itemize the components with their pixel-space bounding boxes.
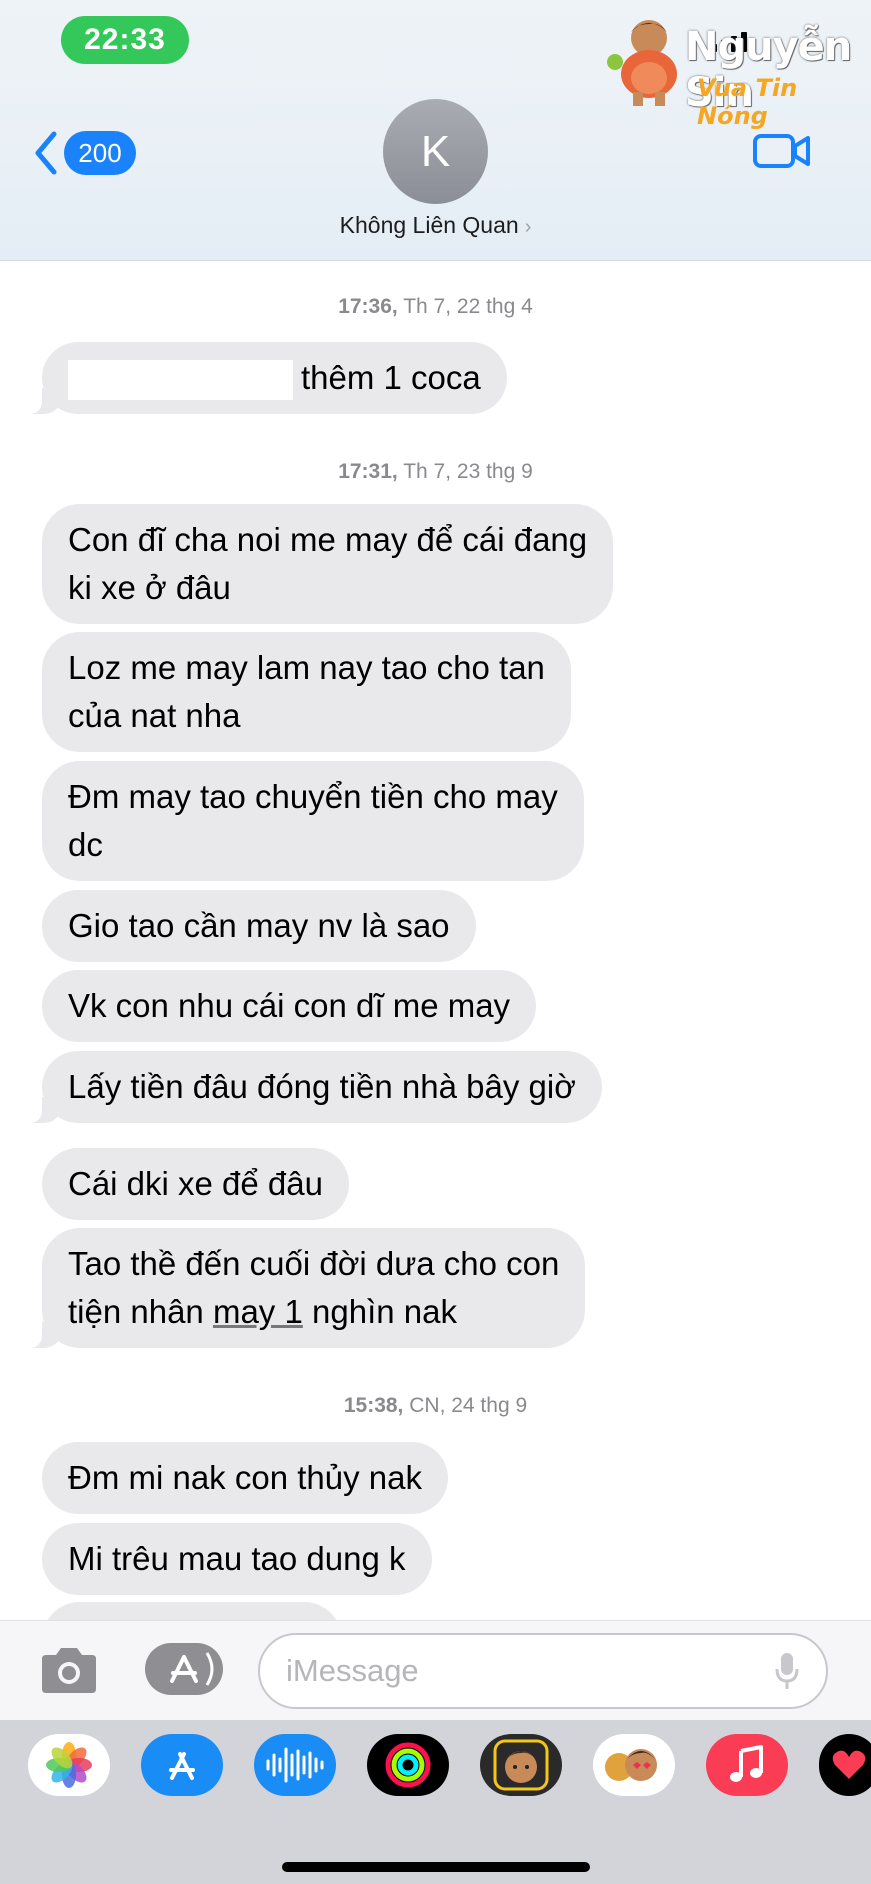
imessage-app-drawer	[0, 1720, 871, 1884]
detected-link[interactable]: may 1	[213, 1293, 303, 1330]
message-timestamp: 15:38, CN, 24 thg 9	[343, 1394, 528, 1417]
message-input[interactable]	[286, 1651, 756, 1691]
message-input-field[interactable]	[258, 1633, 828, 1709]
watermark-logo: Nguyễn Sin Vua Tin Nóng	[607, 10, 857, 130]
message-bubble[interactable]: thêm 1 coca	[22, 342, 507, 414]
contact-avatar[interactable]: K	[383, 99, 488, 204]
facetime-video-icon[interactable]	[752, 130, 812, 172]
message-timestamp: 17:31, Th 7, 23 thg 9	[338, 460, 533, 483]
status-time: 22:33	[61, 16, 189, 64]
back-button[interactable]: 200	[30, 128, 136, 178]
message-list[interactable]: 17:36, Th 7, 22 thg 4 thêm 1 coca 17:31,…	[0, 262, 871, 1620]
message-bubble[interactable]: Đm may tao chuyển tiền cho may dc	[42, 761, 584, 881]
app-store-icon	[170, 1652, 214, 1686]
message-bubble[interactable]: Loz me may lam nay tao cho tan của nat n…	[42, 632, 571, 752]
message-bubble[interactable]: Con đĩ cha noi me may để cái đang ki xe …	[42, 504, 614, 624]
message-bubble[interactable]: Đm mi nak con thủy nak	[42, 1442, 448, 1514]
audio-message-app-icon[interactable]	[254, 1734, 336, 1796]
memoji-app-icon[interactable]	[480, 1734, 562, 1796]
camera-icon[interactable]	[36, 1645, 102, 1697]
message-bubble[interactable]: Lấy tiền đâu đóng tiền nhà bây giờ	[22, 1051, 602, 1123]
music-app-icon[interactable]	[706, 1734, 788, 1796]
message-bubble[interactable]: Gio tao cần may nv là sao	[42, 890, 476, 962]
home-indicator[interactable]	[282, 1862, 590, 1872]
heart-app-icon[interactable]	[819, 1734, 871, 1796]
memoji-stickers-app-icon[interactable]	[593, 1734, 675, 1796]
microphone-icon[interactable]	[774, 1651, 800, 1691]
photos-app-icon[interactable]	[28, 1734, 110, 1796]
fitness-app-icon[interactable]	[367, 1734, 449, 1796]
message-bubble-partial[interactable]	[42, 1602, 342, 1620]
compose-bar	[0, 1620, 871, 1720]
message-bubble[interactable]: Mi trêu mau tao dung k	[42, 1523, 432, 1595]
message-bubble[interactable]: Cái dki xe để đâu	[42, 1148, 349, 1220]
watermark-mascot-icon	[607, 20, 677, 106]
chevron-left-icon	[35, 131, 57, 175]
conversation-header: 22:33 Nguyễn Sin Vua Tin Nóng 200 K Khôn…	[0, 0, 871, 261]
message-bubble[interactable]: Tao thề đến cuối đời dưa cho con tiện nh…	[21, 1228, 586, 1348]
contact-name-label: Không Liên Quan	[339, 212, 519, 238]
app-store-app-icon[interactable]	[141, 1734, 223, 1796]
watermark-tagline: Vua Tin Nóng	[697, 74, 798, 130]
app-store-button[interactable]	[145, 1643, 223, 1695]
message-bubble[interactable]: Vk con nhu cái con dĩ me may	[42, 970, 537, 1042]
message-timestamp: 17:36, Th 7, 22 thg 4	[338, 295, 533, 318]
unread-count-badge: 200	[64, 131, 136, 175]
redacted-area	[68, 360, 293, 401]
contact-name[interactable]: Không Liên Quan ›	[0, 212, 871, 239]
chevron-right-icon: ›	[524, 216, 532, 238]
